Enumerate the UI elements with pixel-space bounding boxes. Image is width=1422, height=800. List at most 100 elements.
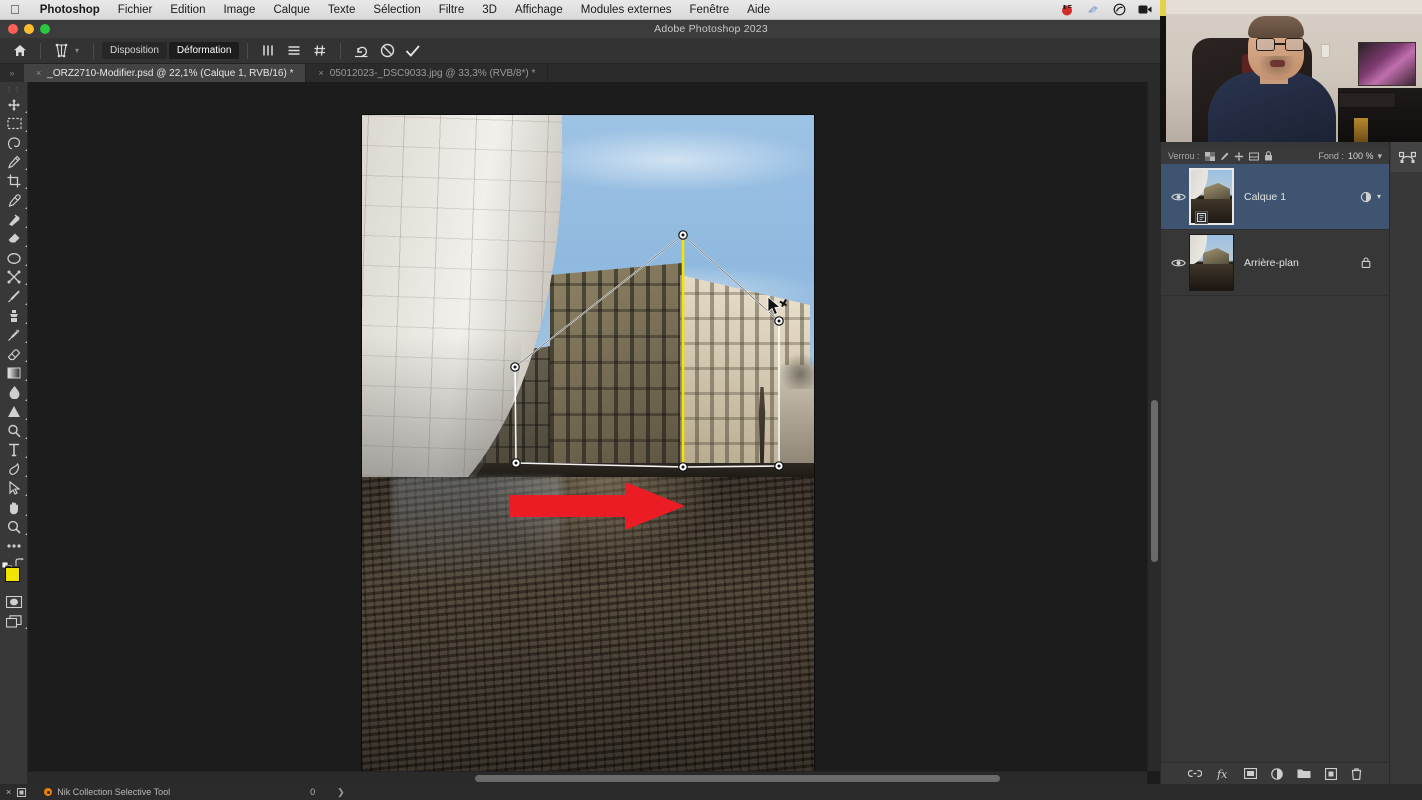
- lock-nesting-icon[interactable]: [1248, 152, 1259, 161]
- path-selection-tool[interactable]: [0, 479, 28, 498]
- vertical-straighten-icon[interactable]: [256, 40, 280, 62]
- add-layer-style-icon[interactable]: fx: [1216, 768, 1230, 780]
- home-icon[interactable]: [8, 40, 32, 62]
- new-layer-icon[interactable]: [1325, 767, 1337, 780]
- canvas-horizontal-scrollbar[interactable]: [28, 771, 1147, 784]
- crop-tool[interactable]: [0, 172, 28, 191]
- dodge-tool[interactable]: [0, 402, 28, 421]
- menu-item-modules-externes[interactable]: Modules externes: [572, 4, 681, 16]
- hand-tool[interactable]: [0, 498, 28, 517]
- canvas-area[interactable]: [28, 82, 1160, 784]
- perspective-warp-tool-icon[interactable]: [49, 40, 73, 62]
- menu-item-calque[interactable]: Calque: [264, 4, 318, 16]
- quick-mask-icon[interactable]: [0, 593, 28, 612]
- zoom-button[interactable]: [40, 24, 50, 34]
- foreground-color-swatch[interactable]: [5, 566, 20, 582]
- history-brush-tool[interactable]: [0, 325, 28, 344]
- plugin-status[interactable]: Nik Collection Selective Tool: [26, 787, 170, 797]
- bluetooth-transfer-icon[interactable]: [1080, 0, 1106, 20]
- menu-item-aide[interactable]: Aide: [738, 4, 779, 16]
- menu-item-photoshop[interactable]: Photoshop: [31, 4, 109, 16]
- eraser-tool[interactable]: [0, 344, 28, 363]
- toolbar-grip[interactable]: ⋮⋮: [0, 87, 27, 94]
- pen-tool[interactable]: [0, 421, 28, 440]
- status-close-icon[interactable]: ×: [0, 787, 11, 797]
- lock-all-icon[interactable]: [1264, 151, 1273, 161]
- canvas-vertical-scrollbar[interactable]: [1147, 82, 1160, 771]
- document-tab-dsc9033[interactable]: × 05012023-_DSC9033.jpg @ 33,3% (RVB/8*)…: [306, 64, 549, 82]
- brush-tool[interactable]: [0, 287, 28, 306]
- screen-record-icon[interactable]: [1132, 0, 1158, 20]
- menu-item-fenetre[interactable]: Fenêtre: [681, 4, 739, 16]
- delete-layer-icon[interactable]: [1351, 767, 1362, 780]
- adobe-creative-cloud-badge-icon[interactable]: [1054, 0, 1080, 20]
- add-layer-mask-icon[interactable]: [1244, 768, 1257, 779]
- document-zoom-value[interactable]: 0: [170, 787, 315, 797]
- vertical-scroll-thumb[interactable]: [1151, 400, 1158, 562]
- lock-icon[interactable]: [1358, 257, 1374, 268]
- eyedropper-tool[interactable]: [0, 191, 28, 210]
- type-tool[interactable]: [0, 440, 28, 459]
- close-button[interactable]: [8, 24, 18, 34]
- menu-item-3d[interactable]: 3D: [473, 4, 506, 16]
- edit-toolbar-more-icon[interactable]: [0, 536, 28, 555]
- menu-item-selection[interactable]: Sélection: [364, 4, 429, 16]
- lock-position-icon[interactable]: [1234, 151, 1244, 161]
- eye-icon[interactable]: [1167, 192, 1189, 202]
- layer-row-calque-1[interactable]: Calque 1 ▾: [1161, 164, 1389, 230]
- blur-tool[interactable]: [0, 383, 28, 402]
- menu-item-filtre[interactable]: Filtre: [430, 4, 474, 16]
- gradient-tool[interactable]: [0, 364, 28, 383]
- screen-mode-icon[interactable]: [0, 612, 28, 631]
- commit-warp-icon[interactable]: [401, 40, 425, 62]
- status-expand-chevron-icon[interactable]: ❯: [315, 787, 345, 798]
- new-group-icon[interactable]: [1297, 768, 1311, 779]
- menu-item-affichage[interactable]: Affichage: [506, 4, 572, 16]
- layer-thumbnail[interactable]: [1189, 234, 1234, 291]
- frame-tool[interactable]: [0, 249, 28, 268]
- layer-row-arriere-plan[interactable]: Arrière-plan: [1161, 230, 1389, 296]
- cancel-warp-icon[interactable]: [375, 40, 399, 62]
- close-icon[interactable]: ×: [318, 68, 323, 78]
- menu-item-image[interactable]: Image: [214, 4, 264, 16]
- perspective-warp-tool[interactable]: [0, 268, 28, 287]
- lock-transparency-icon[interactable]: [1204, 151, 1215, 161]
- zoom-tool[interactable]: [0, 517, 28, 536]
- perspective-warp-mesh[interactable]: [362, 115, 814, 784]
- menu-item-edition[interactable]: Edition: [161, 4, 214, 16]
- layer-name[interactable]: Calque 1: [1234, 191, 1358, 203]
- move-tool[interactable]: [0, 95, 28, 114]
- auto-straighten-icon[interactable]: [308, 40, 332, 62]
- link-layers-icon[interactable]: [1188, 769, 1202, 778]
- creative-cloud-icon[interactable]: [1106, 0, 1132, 20]
- lasso-tool[interactable]: [0, 133, 28, 152]
- close-icon[interactable]: ×: [36, 68, 41, 78]
- eraser-shape-tool[interactable]: [0, 229, 28, 248]
- path-shape-tool[interactable]: [0, 460, 28, 479]
- layer-effects-icon[interactable]: [1358, 191, 1374, 203]
- undo-warp-icon[interactable]: [349, 40, 373, 62]
- chevron-down-icon[interactable]: ▾: [1377, 192, 1389, 201]
- menu-item-texte[interactable]: Texte: [319, 4, 365, 16]
- tab-overflow-chevron-icon[interactable]: »: [0, 64, 24, 82]
- eye-icon[interactable]: [1167, 258, 1189, 268]
- mode-button-deformation[interactable]: Déformation: [168, 42, 240, 59]
- horizontal-straighten-icon[interactable]: [282, 40, 306, 62]
- spot-healing-brush-tool[interactable]: [0, 210, 28, 229]
- new-adjustment-layer-icon[interactable]: [1271, 767, 1283, 780]
- horizontal-scroll-thumb[interactable]: [475, 775, 1000, 782]
- layer-name[interactable]: Arrière-plan: [1234, 257, 1358, 269]
- panel-toggle-icon[interactable]: [11, 787, 27, 797]
- minimize-button[interactable]: [24, 24, 34, 34]
- menu-item-fichier[interactable]: Fichier: [109, 4, 162, 16]
- tool-preset-caret-icon[interactable]: ▾: [75, 46, 85, 55]
- document-image[interactable]: [362, 115, 814, 784]
- paths-panel-icon[interactable]: [1391, 142, 1422, 172]
- document-tab-orz2710[interactable]: × _ORZ2710-Modifier.psd @ 22,1% (Calque …: [24, 64, 307, 82]
- apple-icon[interactable]: : [0, 3, 31, 16]
- rectangular-marquee-tool[interactable]: [0, 114, 28, 133]
- lock-paint-icon[interactable]: [1220, 152, 1229, 161]
- webcam-video-overlay[interactable]: [1160, 0, 1422, 142]
- clone-stamp-tool[interactable]: [0, 306, 28, 325]
- mode-button-disposition[interactable]: Disposition: [102, 42, 167, 59]
